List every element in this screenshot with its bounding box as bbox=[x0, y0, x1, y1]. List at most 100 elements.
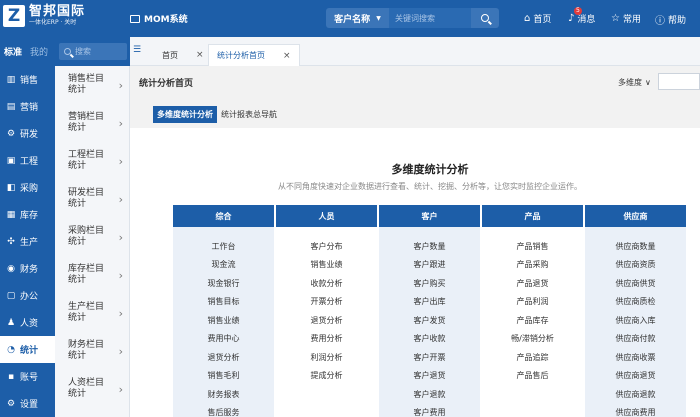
analysis-link[interactable]: 费用中心 bbox=[173, 330, 274, 349]
analysis-link[interactable]: 客户收款 bbox=[379, 330, 480, 349]
analysis-link[interactable]: 退货分析 bbox=[276, 311, 377, 330]
analysis-link[interactable]: 客户跟进 bbox=[379, 256, 480, 275]
sidebar-item-office[interactable]: ▢ 办公 bbox=[0, 282, 55, 309]
sidebar-item-chart[interactable]: ▥ 销售 bbox=[0, 66, 55, 93]
logo[interactable]: Z 智邦国际 一体化ERP · 关时 bbox=[3, 4, 85, 27]
sidebar-item-purchase[interactable]: ◧ 采购 bbox=[0, 174, 55, 201]
analysis-link[interactable]: 财务报表 bbox=[173, 385, 274, 404]
sidebar-item-finance[interactable]: ◉ 财务 bbox=[0, 255, 55, 282]
analysis-link[interactable]: 客户开票 bbox=[379, 348, 480, 367]
column-header[interactable]: 人员 bbox=[276, 205, 377, 227]
analysis-link[interactable]: 供应商资质 bbox=[585, 256, 686, 275]
column-header[interactable]: 供应商 bbox=[585, 205, 686, 227]
analysis-link[interactable]: 现金银行 bbox=[173, 274, 274, 293]
search-button[interactable] bbox=[471, 8, 499, 28]
close-icon[interactable]: × bbox=[283, 51, 291, 61]
analysis-link[interactable]: 供应商付款 bbox=[585, 330, 686, 349]
column-header[interactable]: 客户 bbox=[379, 205, 480, 227]
sidebar-item-account[interactable]: ▪ 账号 bbox=[0, 363, 55, 390]
analysis-link[interactable]: 客户分布 bbox=[276, 237, 377, 256]
dimension-dropdown[interactable]: 多维度 ∨ bbox=[618, 77, 651, 88]
analysis-link[interactable]: 供应商退货 bbox=[585, 367, 686, 386]
submenu-item[interactable]: 采购栏目统计 › bbox=[55, 218, 129, 256]
analysis-link[interactable]: 现金流 bbox=[173, 256, 274, 275]
purchase-icon: ◧ bbox=[6, 182, 16, 193]
analysis-link[interactable]: 开票分析 bbox=[276, 293, 377, 312]
logo-name: 智邦国际 bbox=[29, 4, 86, 19]
nav-favorites[interactable]: ☆ 常用 bbox=[611, 12, 641, 25]
analysis-link[interactable]: 销售业绩 bbox=[173, 311, 274, 330]
chevron-right-icon: › bbox=[118, 382, 123, 396]
analysis-link[interactable]: 供应商入库 bbox=[585, 311, 686, 330]
submenu-item[interactable]: 工程栏目统计 › bbox=[55, 142, 129, 180]
nav-help[interactable]: ⓘ 帮助 bbox=[655, 12, 686, 27]
analysis-link[interactable]: 供应商供货 bbox=[585, 274, 686, 293]
collapse-sidebar-icon[interactable]: ☰ bbox=[133, 45, 141, 55]
column-header[interactable]: 产品 bbox=[482, 205, 583, 227]
sidebar-item-marketing[interactable]: ▤ 营销 bbox=[0, 93, 55, 120]
sidebar-item-inventory[interactable]: ▦ 库存 bbox=[0, 201, 55, 228]
analysis-link[interactable]: 客户发货 bbox=[379, 311, 480, 330]
sidebar-item-stats[interactable]: ◔ 统计 bbox=[0, 336, 55, 363]
sidebar-item-settings[interactable]: ⚙ 设置 bbox=[0, 390, 55, 417]
dimension-input[interactable] bbox=[658, 73, 700, 90]
sidebar-tab-standard[interactable]: 标准 bbox=[0, 45, 26, 58]
analysis-link[interactable]: 产品利润 bbox=[482, 293, 583, 312]
analysis-link[interactable]: 客户购买 bbox=[379, 274, 480, 293]
analysis-link[interactable]: 畅/滞销分析 bbox=[482, 330, 583, 349]
submenu-item[interactable]: 财务栏目统计 › bbox=[55, 332, 129, 370]
subtab-report-nav[interactable]: 统计报表总导航 bbox=[217, 106, 281, 123]
analysis-link[interactable]: 利润分析 bbox=[276, 348, 377, 367]
submenu-item[interactable]: 营销栏目统计 › bbox=[55, 104, 129, 142]
analysis-link[interactable]: 产品销售 bbox=[482, 237, 583, 256]
sidebar-item-production[interactable]: ✣ 生产 bbox=[0, 228, 55, 255]
submenu-item[interactable]: 库存栏目统计 › bbox=[55, 256, 129, 294]
nav-messages[interactable]: ♪ 5 消息 bbox=[568, 7, 595, 25]
analysis-link[interactable]: 提成分析 bbox=[276, 367, 377, 386]
analysis-link[interactable]: 客户退货 bbox=[379, 367, 480, 386]
system-switcher[interactable]: MOM系统 bbox=[130, 12, 188, 25]
analysis-link[interactable]: 退货分析 bbox=[173, 348, 274, 367]
analysis-link[interactable]: 供应商费用 bbox=[585, 404, 686, 417]
analysis-link[interactable]: 产品退货 bbox=[482, 274, 583, 293]
logo-subtitle: 一体化ERP · 关时 bbox=[29, 19, 77, 26]
submenu-item[interactable]: 人资栏目统计 › bbox=[55, 370, 129, 408]
search-input[interactable] bbox=[389, 8, 471, 28]
analysis-link[interactable]: 产品售后 bbox=[482, 367, 583, 386]
sidebar-item-rnd[interactable]: ⚙ 研发 bbox=[0, 120, 55, 147]
subtab-multi-dimension[interactable]: 多维度统计分析 bbox=[153, 106, 217, 123]
sidebar-search-input[interactable]: 搜索 bbox=[59, 43, 127, 60]
analysis-link[interactable]: 客户出库 bbox=[379, 293, 480, 312]
tab-stats-home[interactable]: 统计分析首页 × bbox=[208, 44, 300, 66]
analysis-link[interactable]: 收款分析 bbox=[276, 274, 377, 293]
analysis-link[interactable]: 产品追踪 bbox=[482, 348, 583, 367]
analysis-link[interactable]: 客户数量 bbox=[379, 237, 480, 256]
sidebar-item-engineering[interactable]: ▣ 工程 bbox=[0, 147, 55, 174]
submenu-item[interactable]: 销售栏目统计 › bbox=[55, 66, 129, 104]
analysis-link[interactable]: 工作台 bbox=[173, 237, 274, 256]
column-header[interactable]: 综合 bbox=[173, 205, 274, 227]
analysis-link[interactable]: 供应商质检 bbox=[585, 293, 686, 312]
analysis-link[interactable]: 供应商收票 bbox=[585, 348, 686, 367]
analysis-link[interactable]: 客户退款 bbox=[379, 385, 480, 404]
submenu-item[interactable]: 生产栏目统计 › bbox=[55, 294, 129, 332]
analysis-link[interactable]: 供应商退款 bbox=[585, 385, 686, 404]
analysis-link[interactable]: 产品库存 bbox=[482, 311, 583, 330]
analysis-link[interactable]: 供应商数量 bbox=[585, 237, 686, 256]
nav-home[interactable]: ⌂ 首页 bbox=[524, 12, 551, 25]
analysis-link[interactable]: 销售业绩 bbox=[276, 256, 377, 275]
analysis-link[interactable]: 产品采购 bbox=[482, 256, 583, 275]
submenu-item[interactable]: 研发栏目统计 › bbox=[55, 180, 129, 218]
analysis-link[interactable]: 售后服务 bbox=[173, 404, 274, 417]
analysis-link[interactable]: 费用分析 bbox=[276, 330, 377, 349]
search-category-select[interactable]: 客户名称 ▼ bbox=[326, 8, 389, 28]
sidebar-tab-mine[interactable]: 我的 bbox=[26, 45, 52, 58]
tab-home[interactable]: 首页 × bbox=[154, 44, 212, 66]
close-icon[interactable]: × bbox=[196, 50, 204, 60]
analysis-link[interactable]: 客户费用 bbox=[379, 404, 480, 417]
analysis-link[interactable]: 销售目标 bbox=[173, 293, 274, 312]
analysis-link[interactable]: 销售毛利 bbox=[173, 367, 274, 386]
submenu-item-label: 销售栏目统计 bbox=[68, 74, 105, 95]
submenu-item-label: 工程栏目统计 bbox=[68, 150, 105, 171]
sidebar-item-hr[interactable]: ♟ 人资 bbox=[0, 309, 55, 336]
